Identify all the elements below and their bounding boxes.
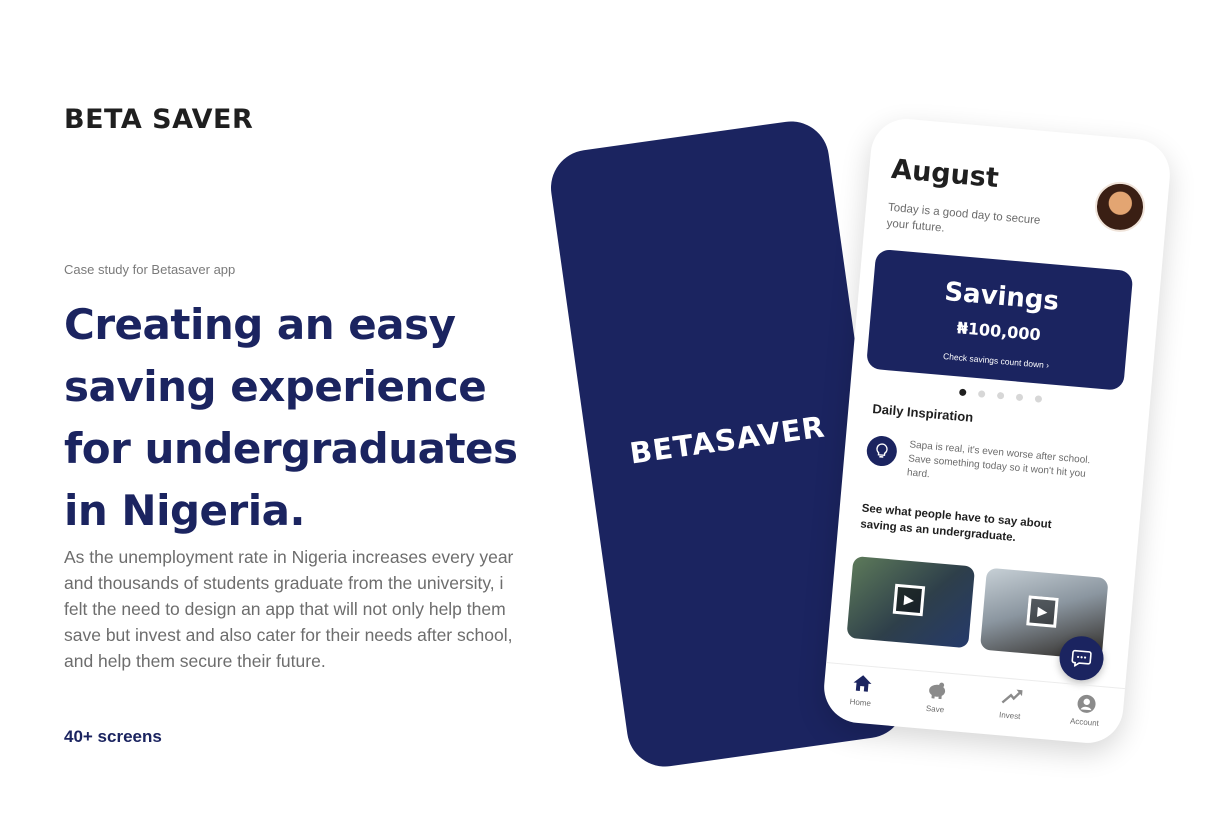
carousel-dot[interactable]: [1015, 393, 1023, 402]
savings-card[interactable]: Savings ₦100,000 Check savings count dow…: [865, 248, 1134, 391]
daily-inspiration-title: Daily Inspiration: [871, 401, 974, 425]
lightbulb-icon: [865, 434, 899, 468]
headline: Creating an easy saving experience for u…: [64, 300, 518, 535]
carousel-dot[interactable]: [977, 390, 985, 398]
screens-count: 40+ screens: [64, 727, 162, 746]
carousel-dot[interactable]: [996, 391, 1004, 400]
nav-home[interactable]: Home: [830, 672, 893, 710]
case-study-label: Case study for Betasaver app: [64, 262, 236, 277]
nav-label: Invest: [998, 710, 1021, 722]
nav-account[interactable]: Account: [1054, 691, 1117, 729]
savings-countdown-link[interactable]: Check savings count down ›: [867, 344, 1125, 376]
splash-logo: BETASAVER: [627, 409, 828, 471]
description: As the unemployment rate in Nigeria incr…: [64, 547, 514, 671]
nav-label: Account: [1069, 716, 1100, 728]
month-title: August: [890, 153, 1001, 195]
inspiration-text: Sapa is real, it's even worse after scho…: [906, 439, 1091, 481]
chat-bubble-icon: [1071, 649, 1092, 668]
home-icon: [851, 673, 873, 697]
nav-save[interactable]: Save: [905, 678, 968, 716]
avatar[interactable]: [1092, 179, 1148, 234]
nav-label: Home: [849, 697, 872, 709]
testimonials-title: See what people have to say about saving…: [859, 502, 1052, 545]
brand-title: BETA SAVER: [64, 104, 254, 135]
greeting-subtitle: Today is a good day to secure your futur…: [886, 201, 1041, 235]
play-icon[interactable]: ▶: [892, 583, 926, 617]
trend-up-icon: [999, 686, 1023, 710]
play-icon[interactable]: ▶: [1026, 595, 1059, 628]
nav-label: Save: [925, 703, 945, 715]
piggy-bank-icon: [925, 680, 949, 704]
nav-invest[interactable]: Invest: [979, 685, 1042, 723]
carousel-dot[interactable]: [958, 388, 967, 397]
phone-mockup: August Today is a good day to secure you…: [821, 116, 1173, 746]
account-icon: [1075, 693, 1097, 717]
carousel-dot[interactable]: [1034, 395, 1042, 403]
testimonial-video[interactable]: ▶: [846, 555, 976, 649]
